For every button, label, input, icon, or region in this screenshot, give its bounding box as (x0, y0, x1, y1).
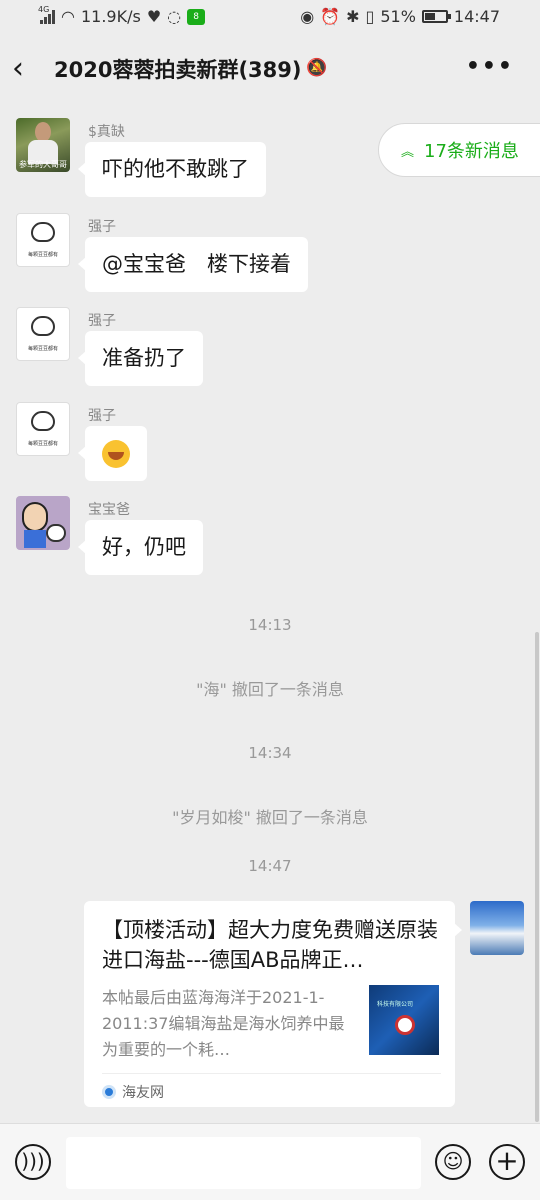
status-bar: 4G ◠ 11.9K/s ♥ ◌ 8 ◉ ⏰ ✱ ▯ 51% 14:47 (0, 0, 540, 36)
alarm-icon: ⏰ (320, 7, 341, 26)
avatar[interactable] (16, 496, 70, 550)
sender-name: 宝宝爸 (88, 502, 130, 518)
mute-bell-icon: 🔕 (306, 58, 328, 78)
message-bubble[interactable]: @宝宝爸 楼下接着 (78, 237, 308, 292)
link-card-source: 海友网 (102, 1082, 164, 1102)
more-dots-icon[interactable]: ••• (466, 54, 514, 79)
face-with-tears-emoji (102, 440, 130, 468)
chat-title[interactable]: 2020蓉蓉拍卖新群(389) (54, 54, 301, 84)
divider (102, 1073, 441, 1074)
avatar[interactable]: 每颗豆豆都有 (16, 213, 70, 267)
timestamp: 14:34 (248, 744, 292, 762)
battery-percent: 51% (380, 7, 416, 26)
voice-icon[interactable]: ))) (15, 1144, 51, 1180)
battery-icon (421, 10, 451, 23)
status-left: 4G ◠ 11.9K/s ♥ ◌ 8 (38, 5, 206, 26)
timestamp: 14:13 (248, 616, 292, 634)
recall-notice: "岁月如梭" 撤回了一条消息 (172, 808, 368, 827)
sender-name: 强子 (88, 408, 116, 424)
signal-icon: 4G (38, 5, 55, 24)
source-name: 海友网 (122, 1085, 164, 1101)
battery-fill (424, 13, 436, 20)
message-row: 参军的大哥哥 $真缺 吓的他不敢跳了 (0, 118, 540, 198)
emoji-icon[interactable]: ☺ (435, 1144, 471, 1180)
link-card-title: 【顶楼活动】超大力度免费赠送原装进口海盐---德国AB品牌正… (102, 918, 438, 972)
avatar-caption: 每颗豆豆都有 (27, 346, 58, 352)
network-type: 4G (38, 4, 50, 14)
message-row: 每颗豆豆都有 强子 (0, 402, 540, 482)
wifi-icon: ◠ (61, 7, 75, 26)
message-input[interactable] (66, 1137, 421, 1189)
network-speed: 11.9K/s (80, 7, 141, 26)
title-bar: ‹ 2020蓉蓉拍卖新群(389) 🔕 ••• (0, 36, 540, 102)
my-avatar[interactable] (470, 901, 524, 955)
eye-icon: ◉ (300, 7, 315, 26)
link-card[interactable]: 【顶楼活动】超大力度免费赠送原装进口海盐---德国AB品牌正… 本帖最后由蓝海海… (84, 901, 462, 1107)
recall-notice: "海" 撤回了一条消息 (196, 680, 344, 699)
avatar[interactable]: 每颗豆豆都有 (16, 402, 70, 456)
status-right: ◉ ⏰ ✱ ▯ 51% 14:47 (300, 7, 500, 26)
sender-name: 强子 (88, 219, 116, 235)
timestamp: 14:47 (248, 857, 292, 875)
link-card-description: 本帖最后由蓝海海洋于2021-1-2011:37编辑海盐是海水饲养中最为重要的一… (102, 988, 345, 1059)
sender-name: $真缺 (88, 124, 125, 140)
input-bar: ))) ☺ + (0, 1123, 540, 1200)
message-row: 每颗豆豆都有 强子 准备扔了 (0, 307, 540, 387)
vibrate-icon: ▯ (365, 7, 375, 26)
avatar[interactable]: 参军的大哥哥 (16, 118, 70, 172)
message-bubble[interactable] (78, 426, 147, 481)
avatar-caption: 每颗豆豆都有 (27, 441, 58, 447)
message-row: 每颗豆豆都有 强子 @宝宝爸 楼下接着 (0, 213, 540, 293)
message-bubble[interactable]: 吓的他不敢跳了 (78, 142, 266, 197)
clock: 14:47 (453, 7, 500, 26)
sender-name: 强子 (88, 313, 116, 329)
thumbnail-label: 科技有限公司 (377, 1001, 414, 1008)
source-logo-icon (102, 1085, 116, 1099)
chevron-left-icon[interactable]: ‹ (12, 52, 42, 86)
message-bubble[interactable]: 好，仍吧 (78, 520, 203, 575)
message-row: 宝宝爸 好，仍吧 (0, 496, 540, 576)
avatar-caption: 每颗豆豆都有 (27, 252, 58, 258)
scrollbar[interactable] (535, 632, 539, 1122)
app-badge-icon: 8 (187, 8, 206, 25)
heart-rate-icon: ♥ (146, 7, 162, 26)
avatar[interactable]: 每颗豆豆都有 (16, 307, 70, 361)
sync-icon: ◌ (167, 7, 182, 26)
avatar-caption: 参军的大哥哥 (19, 160, 67, 169)
bluetooth-icon: ✱ (346, 7, 360, 26)
plus-icon[interactable]: + (489, 1144, 525, 1180)
message-bubble[interactable]: 准备扔了 (78, 331, 203, 386)
link-card-thumbnail: 科技有限公司 (369, 985, 439, 1055)
